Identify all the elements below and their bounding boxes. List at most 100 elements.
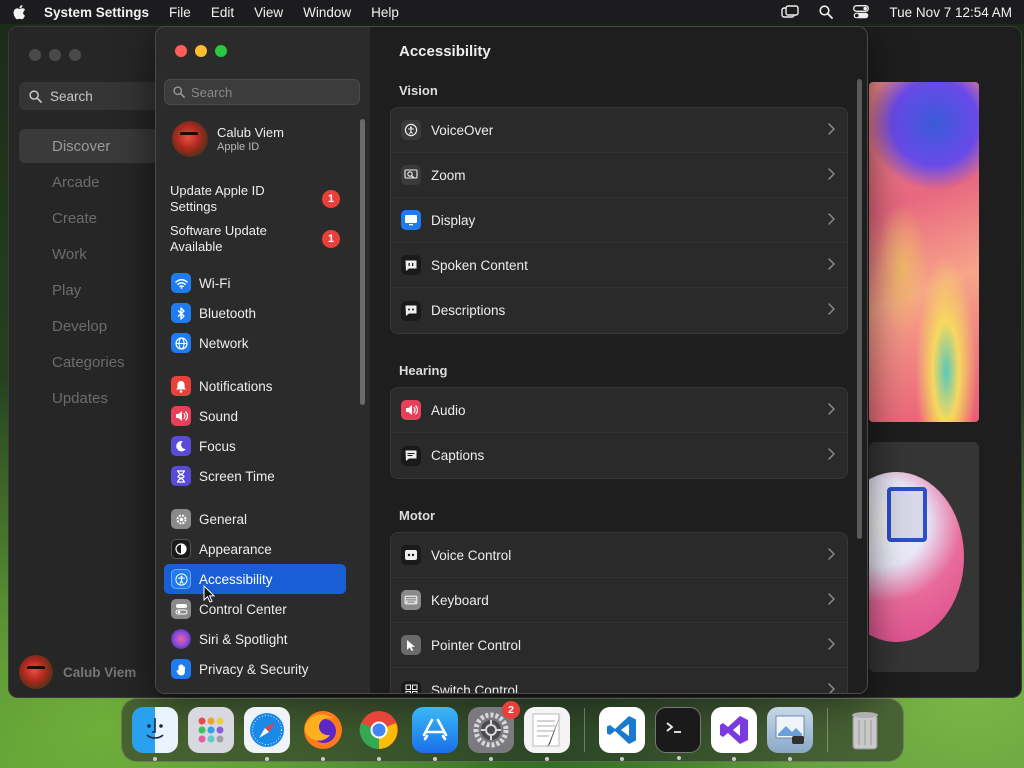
app-store-minimize-button[interactable]	[49, 49, 61, 61]
chevron-right-icon	[828, 168, 835, 180]
terminal-icon[interactable]	[655, 707, 701, 760]
menu-app-name[interactable]: System Settings	[44, 5, 149, 20]
menu-edit[interactable]: Edit	[211, 5, 234, 20]
sidebar-item-general[interactable]: General	[164, 504, 346, 534]
app-store-close-button[interactable]	[29, 49, 41, 61]
siri-icon	[171, 629, 191, 649]
sidebar-item-network[interactable]: Network	[164, 328, 346, 358]
appearance-icon	[171, 539, 191, 559]
sidebar-item-wifi[interactable]: Wi-Fi	[164, 268, 346, 298]
control-center-icon[interactable]	[853, 5, 870, 19]
mouse-cursor-icon	[203, 585, 215, 603]
screen-mirroring-icon[interactable]	[781, 5, 800, 19]
sidebar-item-label: Control Center	[199, 601, 287, 617]
chevron-right-icon	[828, 123, 835, 135]
featured-app-card[interactable]	[869, 442, 979, 672]
sidebar-item-label: Screen Time	[199, 468, 275, 484]
bell-icon	[171, 376, 191, 396]
zoom-button[interactable]	[215, 45, 227, 57]
sidebar-item-screen-time[interactable]: Screen Time	[164, 461, 346, 491]
notice-update-apple-id[interactable]: Update Apple ID Settings 1	[170, 179, 340, 219]
voice-control-icon	[401, 545, 421, 565]
sidebar-item-focus[interactable]: Focus	[164, 431, 346, 461]
row-spoken-content[interactable]: Spoken Content	[391, 243, 847, 288]
spotlight-search-icon[interactable]	[819, 5, 834, 19]
textedit-icon[interactable]	[524, 707, 570, 761]
app-store-nav-updates[interactable]: Updates	[19, 381, 159, 415]
chevron-right-icon	[828, 683, 835, 693]
row-switch-control[interactable]: Switch Control	[391, 668, 847, 693]
app-store-nav-categories[interactable]: Categories	[19, 345, 159, 379]
row-keyboard[interactable]: Keyboard	[391, 578, 847, 623]
sidebar-item-appearance[interactable]: Appearance	[164, 534, 346, 564]
row-descriptions[interactable]: Descriptions	[391, 288, 847, 333]
featured-artwork[interactable]	[869, 82, 979, 422]
row-display[interactable]: Display	[391, 198, 847, 243]
notice-label: Update Apple ID Settings	[170, 183, 265, 214]
settings-search[interactable]	[164, 79, 360, 105]
app-store-search[interactable]: Search	[19, 82, 159, 110]
safari-icon[interactable]	[244, 707, 290, 761]
dock-separator	[827, 708, 828, 752]
close-button[interactable]	[175, 45, 187, 57]
row-voiceover[interactable]: VoiceOver	[391, 108, 847, 153]
sidebar-item-siri-spotlight[interactable]: Siri & Spotlight	[164, 624, 346, 654]
chrome-icon[interactable]	[356, 707, 402, 761]
notice-software-update[interactable]: Software Update Available 1	[170, 219, 340, 259]
sidebar-item-control-center[interactable]: Control Center	[164, 594, 346, 624]
menu-window[interactable]: Window	[303, 5, 351, 20]
menubar-clock[interactable]: Tue Nov 7 12:54 AM	[889, 5, 1012, 20]
sidebar-item-privacy-security[interactable]: Privacy & Security	[164, 654, 346, 684]
apple-id-profile[interactable]: Calub Viem Apple ID	[172, 121, 284, 157]
sidebar-scrollbar[interactable]	[360, 119, 365, 405]
toggles-icon	[171, 599, 191, 619]
menu-help[interactable]: Help	[371, 5, 399, 20]
running-indicator	[677, 756, 681, 760]
section-heading-motor: Motor	[399, 508, 436, 523]
row-audio[interactable]: Audio	[391, 388, 847, 433]
row-captions[interactable]: Captions	[391, 433, 847, 478]
sidebar-item-bluetooth[interactable]: Bluetooth	[164, 298, 346, 328]
row-label: VoiceOver	[431, 122, 494, 138]
launchpad-icon[interactable]	[188, 707, 234, 753]
chevron-right-icon	[828, 593, 835, 605]
notification-badge: 2	[502, 701, 520, 719]
sidebar-item-accessibility[interactable]: Accessibility	[164, 564, 346, 594]
system-settings-icon[interactable]: 2	[468, 701, 520, 761]
sidebar-item-sound[interactable]: Sound	[164, 401, 346, 431]
app-store-search-label: Search	[50, 88, 93, 104]
app-store-nav-arcade[interactable]: Arcade	[19, 165, 159, 199]
app-store-nav-create[interactable]: Create	[19, 201, 159, 235]
chevron-right-icon	[828, 303, 835, 315]
gear-icon	[171, 509, 191, 529]
app-store-nav-develop[interactable]: Develop	[19, 309, 159, 343]
row-zoom[interactable]: Zoom	[391, 153, 847, 198]
app-store-account[interactable]: Calub Viem	[19, 655, 136, 689]
apple-menu-icon[interactable]	[12, 4, 26, 20]
minimize-button[interactable]	[195, 45, 207, 57]
sidebar-item-notifications[interactable]: Notifications	[164, 371, 346, 401]
menu-view[interactable]: View	[254, 5, 283, 20]
running-indicator	[788, 757, 792, 761]
visual-studio-icon[interactable]	[711, 707, 757, 761]
finder-icon[interactable]	[132, 707, 178, 761]
content-scrollbar[interactable]	[857, 79, 862, 539]
app-store-nav-work[interactable]: Work	[19, 237, 159, 271]
firefox-icon[interactable]	[300, 707, 346, 761]
sidebar-item-label: Appearance	[199, 541, 272, 557]
vscode-icon[interactable]	[599, 707, 645, 761]
app-store-nav-discover[interactable]: Discover	[19, 129, 159, 163]
audio-icon	[401, 400, 421, 420]
settings-search-input[interactable]	[191, 84, 351, 100]
row-pointer-control[interactable]: Pointer Control	[391, 623, 847, 668]
menu-file[interactable]: File	[169, 5, 191, 20]
preview-icon[interactable]	[767, 707, 813, 761]
app-store-icon[interactable]	[412, 707, 458, 761]
row-voice-control[interactable]: Voice Control	[391, 533, 847, 578]
app-store-zoom-button[interactable]	[69, 49, 81, 61]
app-store-nav-play[interactable]: Play	[19, 273, 159, 307]
trash-icon[interactable]	[842, 707, 888, 753]
notice-label: Software Update Available	[170, 223, 267, 254]
dock-separator	[584, 708, 585, 752]
menu-bar: System Settings File Edit View Window He…	[0, 0, 1024, 24]
